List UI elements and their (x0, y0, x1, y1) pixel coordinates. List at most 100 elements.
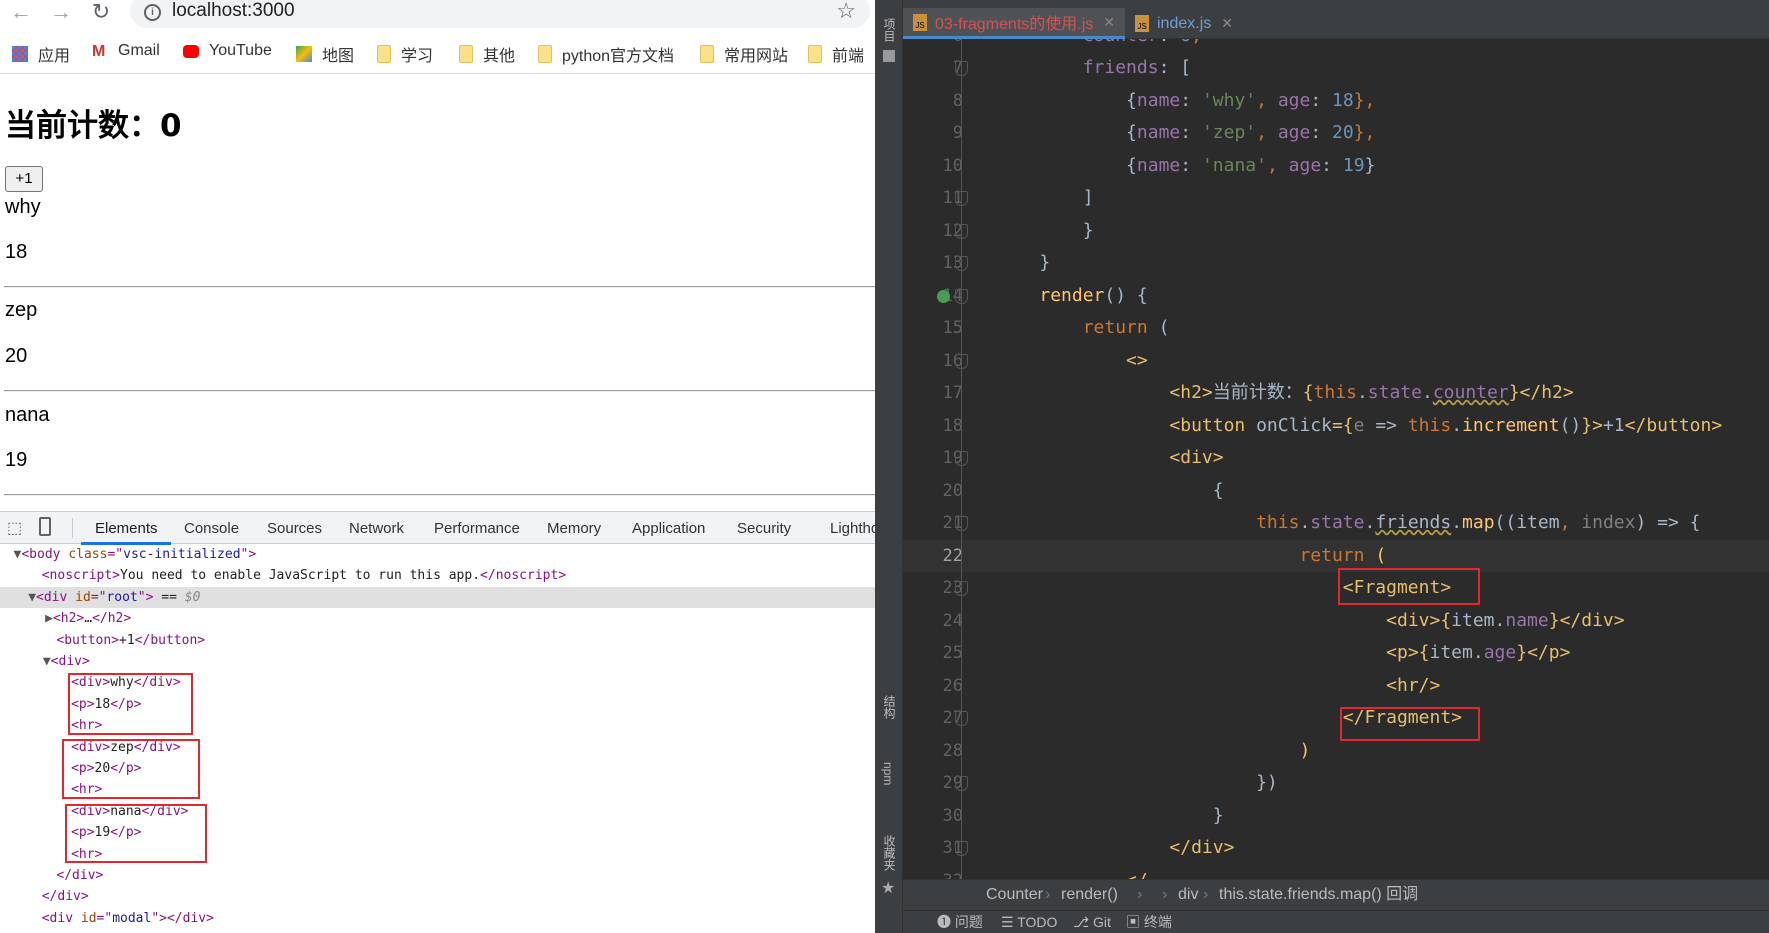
code-token: increment (1462, 414, 1560, 436)
tab-sources[interactable]: Sources (267, 520, 322, 537)
highlight-box (68, 673, 193, 735)
dom-node-row[interactable]: ▼<body class="vsc-initialized"> (0, 544, 875, 565)
bookmark-4[interactable]: 学习 (377, 42, 433, 66)
close-tab-icon[interactable]: ✕ (1103, 14, 1115, 31)
project-tool-button[interactable]: 项目 (881, 18, 898, 42)
dom-node-row[interactable]: </div> (0, 886, 875, 907)
tab-performance[interactable]: Performance (434, 520, 520, 537)
line-number: 12 (942, 220, 963, 241)
code-token: name (1136, 154, 1181, 176)
bookmark-3[interactable]: 地图 (296, 42, 354, 66)
code-token: { (996, 89, 1137, 111)
code-token: ) => { (1635, 512, 1701, 533)
tool-window-strip: 项目 结构 npm 收藏夹 ★ (875, 0, 903, 933)
tab-index-file[interactable]: JS index.js ✕ (1125, 8, 1255, 39)
dom-node-row[interactable]: <noscript>You need to enable JavaScript … (0, 565, 875, 586)
info-icon[interactable]: i (144, 4, 161, 21)
tab-fragments-file[interactable]: JS 03-fragments的使用.js ✕ (903, 8, 1125, 39)
tab-elements[interactable]: Elements (95, 520, 158, 537)
bookmark-8[interactable]: 前端 (808, 42, 864, 66)
code-line: }) (996, 767, 1278, 800)
dom-node-row[interactable]: <button>+1</button> (0, 630, 875, 651)
npm-tool-button[interactable]: npm (881, 762, 895, 785)
dom-token: vsc-initialized (123, 547, 241, 562)
highlight-box (1340, 707, 1480, 741)
bookmark-2[interactable]: YouTube (183, 42, 272, 60)
bookmark-0[interactable]: 应用 (12, 42, 70, 66)
code-token: item (1451, 609, 1495, 631)
code-token: age (1277, 122, 1311, 143)
status-3[interactable]: ▣ 终端 (1126, 911, 1172, 933)
dom-token: <div (36, 589, 76, 605)
structure-tool-button[interactable]: 结构 (881, 695, 898, 719)
code-token: , (1256, 122, 1278, 143)
code-editor[interactable]: 6 counter: 0,7 friends: [8 {name: 'why',… (903, 39, 1769, 879)
bookmark-1[interactable]: M Gmail (92, 42, 160, 60)
js-file-icon: JS (913, 13, 927, 31)
url-text[interactable]: localhost:3000 (172, 0, 295, 22)
inspect-element-icon[interactable]: ⬚ (7, 518, 22, 538)
tab-security[interactable]: Security (737, 520, 791, 537)
dom-node-row[interactable]: ▼<div> (0, 651, 875, 672)
dom-node-row[interactable]: <div id="modal"></div> (0, 908, 875, 929)
implements-marker-icon[interactable] (937, 289, 950, 303)
dom-token: </button> (134, 632, 206, 648)
code-token: : (1310, 89, 1333, 111)
code-token: name (1136, 122, 1181, 143)
status-1[interactable]: ☰ TODO (1001, 911, 1057, 933)
code-line: friends: [ (996, 52, 1191, 85)
bookmark-6[interactable]: python官方文档 (538, 42, 674, 66)
increment-button[interactable]: +1 (5, 166, 43, 192)
line-number: 24 (942, 610, 963, 631)
dom-token: <h2> (52, 611, 85, 627)
tab-application[interactable]: Application (632, 520, 705, 537)
highlight-box (1338, 568, 1480, 605)
breadcrumb-item[interactable]: div (1178, 880, 1198, 910)
line-number: 10 (942, 155, 963, 176)
close-tab-icon[interactable]: ✕ (1221, 15, 1233, 32)
back-icon[interactable]: ← (8, 0, 34, 24)
code-token: } (1548, 609, 1560, 631)
status-0[interactable]: ❶ 问题 (937, 911, 983, 933)
code-line: ] (996, 182, 1094, 215)
dom-node-row[interactable]: ▼<div id="root"> == $0 (0, 586, 875, 609)
code-token: : (1180, 122, 1202, 143)
breadcrumb-item[interactable]: Counter (986, 880, 1043, 910)
breadcrumb-item[interactable]: this.state.friends.map() 回调 (1219, 880, 1418, 910)
breadcrumb-item[interactable]: render() (1061, 880, 1118, 910)
star-icon: ★ (881, 880, 896, 897)
favorites-tool-button[interactable]: 收藏夹 (881, 835, 898, 871)
bookmark-7[interactable]: 常用网站 (700, 42, 788, 66)
devtools-tabbar: ⬚ Elements Console Sources Network Performan… (0, 511, 875, 545)
tab-network[interactable]: Network (349, 520, 404, 537)
tab-console[interactable]: Console (184, 520, 239, 537)
terminal-icon: ▣ (1126, 914, 1144, 930)
friend-age: 20 (5, 345, 28, 367)
reload-icon[interactable]: ↻ (88, 0, 114, 24)
status-2[interactable]: ⎇ Git (1073, 911, 1111, 933)
code-token: </div> (1559, 609, 1625, 631)
code-token: : (1310, 122, 1333, 143)
code-token: . (1364, 512, 1376, 533)
code-token: { (996, 122, 1137, 143)
code-token: } (1364, 154, 1376, 176)
code-token: ) (1299, 739, 1311, 761)
divider (4, 494, 875, 496)
code-token: <div> (1386, 609, 1441, 631)
dom-node-row[interactable]: </div> (0, 865, 875, 886)
chevron-right-icon: › (1203, 886, 1209, 903)
line-number: 7 (952, 58, 963, 78)
bookmark-5[interactable]: 其他 (459, 42, 515, 66)
bookmark-star-icon[interactable]: ☆ (836, 0, 856, 24)
dom-token: "> (137, 589, 154, 605)
device-toolbar-icon[interactable] (39, 517, 51, 536)
code-line: return ( (996, 540, 1386, 573)
code-token: name (1505, 609, 1549, 631)
forward-icon[interactable]: → (48, 0, 74, 24)
tab-lighthouse[interactable]: Lighthouse (830, 520, 875, 537)
code-token: } (1508, 382, 1520, 403)
code-token: { (996, 479, 1224, 501)
dom-node-row[interactable]: ▶<h2>…</h2> (0, 608, 875, 629)
tab-memory[interactable]: Memory (547, 520, 601, 537)
address-bar[interactable]: i localhost:3000 ☆ (130, 0, 870, 28)
